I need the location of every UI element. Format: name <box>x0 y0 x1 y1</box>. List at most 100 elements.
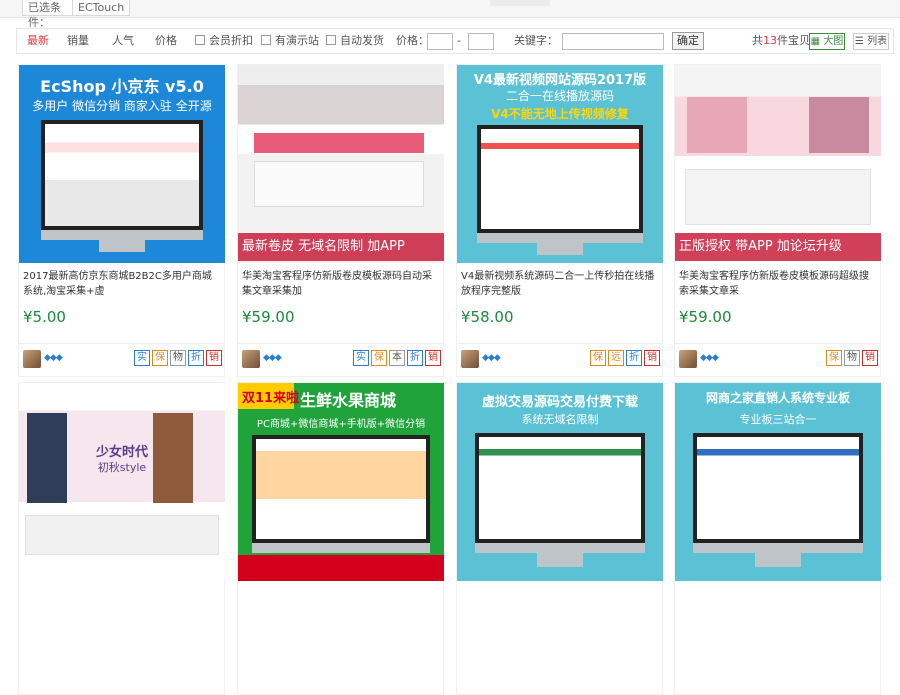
product-card[interactable]: 双11来啦 生鲜水果商城 PC商城+微信商城+手机版+微信分销 <box>237 382 444 695</box>
shop-avatar[interactable] <box>679 350 697 368</box>
image-headline: 少女时代 <box>95 445 148 460</box>
filter-bar: 最新 销量 人气 价格 会员折扣 有演示站 自动发货 价格： - 关键字： 确定… <box>16 28 894 54</box>
result-count-suffix: 件宝贝 <box>777 34 810 47</box>
image-subline: 专业板三站合一 <box>739 413 817 426</box>
product-card[interactable]: V4最新视频网站源码2017版 二合一在线播放源码 V4不能无地上传视频修复 V… <box>456 64 663 377</box>
monitor-chin <box>693 543 863 553</box>
service-badges: 实 保 本 折 销 <box>353 350 441 366</box>
sort-tab-newest[interactable]: 最新 <box>23 29 53 53</box>
shop-avatar[interactable] <box>23 350 41 368</box>
divider <box>238 343 444 344</box>
badge-remote[interactable]: 远 <box>608 350 624 366</box>
monitor-screen <box>41 120 203 230</box>
breadcrumb: 已选条件： ECTouch <box>0 0 900 29</box>
monitor-screen <box>252 435 430 543</box>
product-card[interactable]: EcShop 小京东 v5.0 多用户 微信分销 商家入驻 全开源 2017最新… <box>18 64 225 377</box>
price-max-input[interactable] <box>468 33 494 50</box>
divider <box>19 343 225 344</box>
badge-sales[interactable]: 销 <box>206 350 222 366</box>
view-large-button[interactable]: ▦ 大图 <box>809 33 845 50</box>
image-banner <box>254 133 424 153</box>
price-separator: - <box>457 34 461 47</box>
badge-real[interactable]: 实 <box>134 350 150 366</box>
image-goods-grid <box>254 161 424 207</box>
badge-goods[interactable]: 物 <box>844 350 860 366</box>
diamond-rating-icon: ◆◆◆ <box>700 353 719 363</box>
product-image[interactable]: 虚拟交易源码交易付费下载 系统无域名限制 <box>457 383 663 581</box>
sort-tab-sales[interactable]: 销量 <box>63 29 93 53</box>
badge-discount[interactable]: 折 <box>188 350 204 366</box>
grid-icon: ▦ <box>810 36 821 47</box>
product-card[interactable]: 网商之家直销人系统专业板 专业板三站合一 <box>674 382 881 695</box>
badge-guarantee[interactable]: 保 <box>826 350 842 366</box>
member-discount-label: 会员折扣 <box>209 34 253 47</box>
badge-sales[interactable]: 销 <box>425 350 441 366</box>
product-title[interactable]: 华美淘宝客程序仿新版卷皮模板源码自动采集文章采集加 <box>242 269 440 301</box>
image-subline: 多用户 微信分销 商家入驻 全开源 <box>32 99 212 113</box>
monitor-chin <box>477 233 643 243</box>
product-title[interactable]: 2017最新高仿京东商城B2B2C多用户商城系统,淘宝采集+虚 <box>23 269 221 301</box>
view-list-button[interactable]: ☰ 列表 <box>853 33 889 50</box>
price-min-input[interactable] <box>427 33 453 50</box>
badge-guarantee[interactable]: 保 <box>590 350 606 366</box>
view-large-label: 大图 <box>823 36 844 47</box>
diamond-rating-icon: ◆◆◆ <box>263 353 282 363</box>
badge-discount[interactable]: 折 <box>407 350 423 366</box>
monitor-stand <box>99 240 145 252</box>
monitor-chin <box>41 230 203 240</box>
badge-original[interactable]: 本 <box>389 350 405 366</box>
badge-goods[interactable]: 物 <box>170 350 186 366</box>
auto-delivery-checkbox[interactable] <box>326 35 336 45</box>
product-card[interactable]: 正版授权 带APP 加论坛升级 华美淘宝客程序仿新版卷皮模板源码超级搜索采集文章… <box>674 64 881 377</box>
confirm-button[interactable]: 确定 <box>672 32 704 50</box>
shop-avatar[interactable] <box>242 350 260 368</box>
product-card[interactable]: 最新卷皮 无域名限制 加APP 华美淘宝客程序仿新版卷皮模板源码自动采集文章采集… <box>237 64 444 377</box>
badge-real[interactable]: 实 <box>353 350 369 366</box>
keyword-label: 关键字： <box>514 34 558 47</box>
image-goods-grid <box>25 515 219 555</box>
product-price: ¥59.00 <box>679 308 732 326</box>
badge-sales[interactable]: 销 <box>862 350 878 366</box>
product-title[interactable]: V4最新视频系统源码二合一上传秒拍在线播放程序完整版 <box>461 269 659 301</box>
sort-tab-price[interactable]: 价格 <box>151 29 181 53</box>
member-discount-checkbox[interactable] <box>195 35 205 45</box>
image-tagline: V4不能无地上传视频修复 <box>491 107 629 121</box>
view-list-label: 列表 <box>867 36 888 47</box>
image-caption: 正版授权 带APP 加论坛升级 <box>675 233 881 261</box>
monitor-stand <box>537 553 583 567</box>
divider <box>457 343 663 344</box>
product-price: ¥5.00 <box>23 308 66 326</box>
keyword-input[interactable] <box>562 33 664 50</box>
result-count-prefix: 共 <box>752 34 763 47</box>
badge-discount[interactable]: 折 <box>626 350 642 366</box>
product-card[interactable]: 虚拟交易源码交易付费下载 系统无域名限制 <box>456 382 663 695</box>
image-headline: V4最新视频网站源码2017版 <box>473 73 647 88</box>
auto-delivery-label: 自动发货 <box>340 34 384 47</box>
sort-tab-popularity[interactable]: 人气 <box>108 29 138 53</box>
product-image[interactable]: 双11来啦 生鲜水果商城 PC商城+微信商城+手机版+微信分销 <box>238 383 444 581</box>
monitor-screen <box>477 125 643 233</box>
demo-site-checkbox[interactable] <box>261 35 271 45</box>
monitor-screen <box>693 433 863 543</box>
shop-avatar[interactable] <box>461 350 479 368</box>
product-card[interactable]: 少女时代 初秋style <box>18 382 225 695</box>
badge-guarantee[interactable]: 保 <box>152 350 168 366</box>
product-title[interactable]: 华美淘宝客程序仿新版卷皮模板源码超级搜索采集文章采 <box>679 269 877 301</box>
product-image[interactable]: 少女时代 初秋style <box>19 383 225 581</box>
breadcrumb-label: 已选条件： <box>22 0 74 29</box>
product-image[interactable]: 网商之家直销人系统专业板 专业板三站合一 <box>675 383 881 581</box>
image-goods-grid <box>685 169 871 225</box>
image-headline: EcShop 小京东 v5.0 <box>40 77 204 96</box>
product-image[interactable]: EcShop 小京东 v5.0 多用户 微信分销 商家入驻 全开源 <box>19 65 225 263</box>
monitor-stand <box>755 553 801 567</box>
product-image[interactable]: 正版授权 带APP 加论坛升级 <box>675 65 881 263</box>
badge-guarantee[interactable]: 保 <box>371 350 387 366</box>
diamond-rating-icon: ◆◆◆ <box>44 353 63 363</box>
product-image[interactable]: V4最新视频网站源码2017版 二合一在线播放源码 V4不能无地上传视频修复 <box>457 65 663 263</box>
breadcrumb-filter-ectouch[interactable]: ECTouch <box>72 0 130 16</box>
badge-sales[interactable]: 销 <box>644 350 660 366</box>
product-image[interactable]: 最新卷皮 无域名限制 加APP <box>238 65 444 263</box>
monitor-chin <box>475 543 645 553</box>
monitor-chin <box>252 543 430 553</box>
service-badges: 实 保 物 折 销 <box>134 350 222 366</box>
